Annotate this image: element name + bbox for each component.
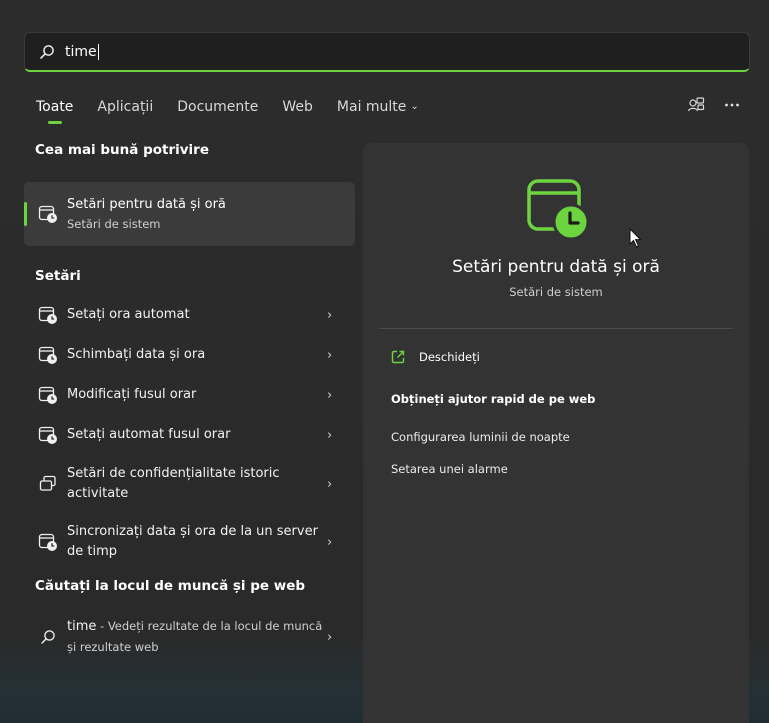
calendar-clock-icon — [527, 179, 590, 241]
results-list: Cea mai bună potrivire Setări pentru dat… — [24, 140, 356, 666]
open-button[interactable]: Deschideți — [390, 349, 480, 365]
preview-subtitle: Setări de sistem — [509, 285, 603, 299]
calendar-clock-icon — [38, 345, 58, 365]
best-match-subtitle: Setări de sistem — [67, 217, 161, 231]
help-heading: Obțineți ajutor rapid de pe web — [391, 392, 596, 406]
list-item[interactable]: Setați ora automat › — [24, 295, 355, 335]
list-item[interactable]: Setări de confidențialitate istoric acti… — [24, 455, 355, 513]
search-icon — [38, 627, 58, 647]
web-search-query: time — [67, 619, 97, 634]
preview-panel: Setări pentru dată și oră Setări de sist… — [363, 143, 749, 723]
web-search-label: time - Vedeți rezultate de la locul de m… — [67, 616, 327, 658]
activity-history-icon — [38, 474, 58, 494]
calendar-clock-icon — [38, 385, 58, 405]
search-query-text: time — [65, 43, 97, 60]
help-link-alarm[interactable]: Setarea unei alarme — [391, 462, 508, 476]
search-window: time Toate Aplicații Documente Web Mai m… — [0, 0, 769, 723]
search-input[interactable]: time — [65, 43, 99, 60]
list-item-label: Schimbați data și ora — [67, 347, 206, 362]
list-item-label: Setări de confidențialitate istoric acti… — [67, 466, 280, 501]
open-label: Deschideți — [419, 350, 480, 364]
chevron-right-icon: › — [327, 476, 333, 492]
help-link-night-light[interactable]: Configurarea luminii de noapte — [391, 430, 570, 444]
chevron-right-icon: › — [327, 347, 333, 363]
settings-heading: Setări — [35, 268, 81, 284]
calendar-clock-icon — [38, 204, 58, 224]
top-actions — [687, 96, 741, 114]
best-match-item[interactable]: Setări pentru dată și oră Setări de sist… — [24, 182, 355, 246]
search-box[interactable]: time — [24, 32, 750, 72]
text-caret — [97, 43, 99, 60]
open-external-icon — [391, 350, 405, 364]
web-search-description: - Vedeți rezultate de la locul de muncă … — [67, 619, 323, 654]
tab-more[interactable]: Mai multe ⌄ — [337, 97, 419, 125]
web-search-heading: Căutați la locul de muncă și pe web — [35, 578, 306, 594]
preview-divider — [379, 328, 733, 329]
chevron-right-icon: › — [327, 629, 333, 645]
filter-tabs: Toate Aplicații Documente Web Mai multe ⌄ — [36, 97, 443, 127]
more-options-icon[interactable] — [723, 96, 741, 114]
list-item-label: Modificați fusul orar — [67, 387, 197, 402]
chevron-right-icon: › — [327, 427, 333, 443]
list-item-label: Sincronizați data și ora de la un server… — [67, 524, 318, 559]
list-item-label: Setați automat fusul orar — [67, 427, 231, 442]
best-match-heading: Cea mai bună potrivire — [35, 142, 209, 158]
list-item-label: Setați ora automat — [67, 307, 190, 322]
search-icon — [40, 44, 54, 59]
chevron-right-icon: › — [327, 307, 333, 323]
preview-title: Setări pentru dată și oră — [452, 257, 660, 277]
list-item[interactable]: Schimbați data și ora › — [24, 335, 355, 375]
chevron-down-icon: ⌄ — [410, 101, 419, 112]
web-search-item[interactable]: time - Vedeți rezultate de la locul de m… — [24, 608, 355, 666]
mouse-pointer-icon — [629, 228, 642, 248]
tab-apps[interactable]: Aplicații — [97, 97, 153, 125]
calendar-clock-icon — [38, 305, 58, 325]
account-switch-icon[interactable] — [687, 96, 705, 114]
list-item[interactable]: Sincronizați data și ora de la un server… — [24, 513, 355, 571]
calendar-clock-icon — [38, 532, 58, 552]
tab-all[interactable]: Toate — [36, 97, 73, 125]
chevron-right-icon: › — [327, 387, 333, 403]
tab-web[interactable]: Web — [282, 97, 313, 125]
list-item[interactable]: Modificați fusul orar › — [24, 375, 355, 415]
tab-documents[interactable]: Documente — [177, 97, 258, 125]
list-item[interactable]: Setați automat fusul orar › — [24, 415, 355, 455]
chevron-right-icon: › — [327, 534, 333, 550]
calendar-clock-icon — [38, 425, 58, 445]
best-match-title: Setări pentru dată și oră — [67, 197, 226, 212]
